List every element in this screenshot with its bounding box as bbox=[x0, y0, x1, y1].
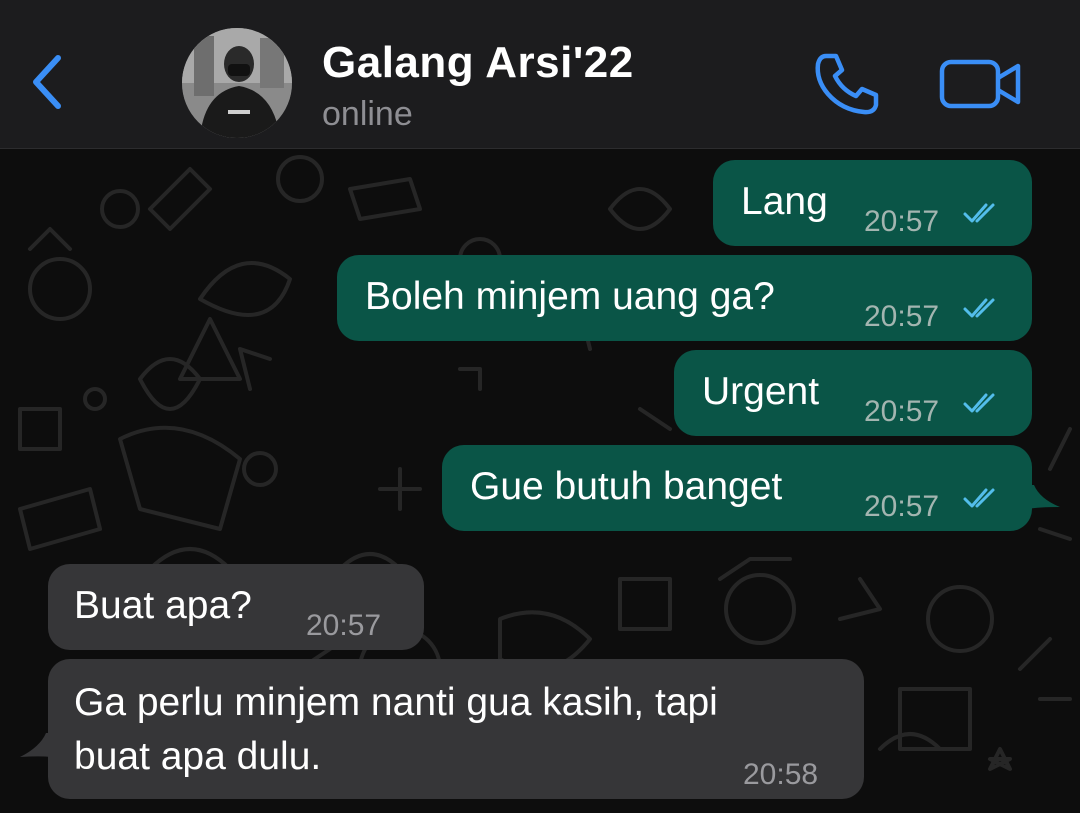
message-time: 20:57 bbox=[864, 300, 940, 333]
message-time: 20:57 bbox=[864, 205, 940, 238]
message-text: Urgent bbox=[702, 370, 820, 413]
chat-screen: Galang Arsi'22 online Lang 20:57 Boleh m… bbox=[0, 0, 1080, 813]
message-time: 20:57 bbox=[306, 609, 382, 642]
message-bubble-outgoing[interactable]: Gue butuh banget 20:57 bbox=[442, 445, 1032, 531]
voice-call-button[interactable] bbox=[812, 50, 882, 118]
message-bubble-outgoing[interactable]: Boleh minjem uang ga? 20:57 bbox=[337, 255, 1032, 341]
video-call-button[interactable] bbox=[938, 56, 1024, 112]
message-bubble-outgoing[interactable]: Lang 20:57 bbox=[713, 160, 1032, 246]
read-receipt-icon bbox=[963, 203, 995, 223]
chevron-left-icon bbox=[33, 55, 61, 109]
message-text: Boleh minjem uang ga? bbox=[365, 275, 775, 318]
message-bubble-incoming[interactable]: Ga perlu minjem nanti gua kasih, tapi bu… bbox=[48, 659, 864, 799]
read-receipt-icon bbox=[963, 488, 995, 508]
message-list[interactable]: Lang 20:57 Boleh minjem uang ga? 20:57 U… bbox=[0, 149, 1080, 813]
message-time: 20:57 bbox=[864, 395, 940, 428]
read-receipt-icon bbox=[963, 298, 995, 318]
read-receipt-icon bbox=[963, 393, 995, 413]
phone-icon bbox=[815, 53, 879, 115]
message-bubble-incoming[interactable]: Buat apa? 20:57 bbox=[48, 564, 424, 650]
message-bubble-outgoing[interactable]: Urgent 20:57 bbox=[674, 350, 1032, 436]
video-camera-icon bbox=[939, 59, 1021, 109]
message-time: 20:58 bbox=[743, 758, 819, 791]
contact-name[interactable]: Galang Arsi'22 bbox=[322, 38, 634, 88]
chat-header: Galang Arsi'22 online bbox=[0, 0, 1080, 149]
message-text-line-2: buat apa dulu. bbox=[74, 735, 322, 778]
back-button[interactable] bbox=[24, 50, 74, 114]
contact-status: online bbox=[322, 95, 413, 133]
avatar[interactable] bbox=[182, 28, 292, 138]
message-text: Buat apa? bbox=[74, 584, 252, 627]
message-text: Lang bbox=[741, 180, 828, 223]
avatar-image bbox=[182, 28, 292, 138]
message-time: 20:57 bbox=[864, 490, 940, 523]
message-text: Gue butuh banget bbox=[470, 465, 783, 508]
message-text-line-1: Ga perlu minjem nanti gua kasih, tapi bbox=[74, 681, 718, 724]
